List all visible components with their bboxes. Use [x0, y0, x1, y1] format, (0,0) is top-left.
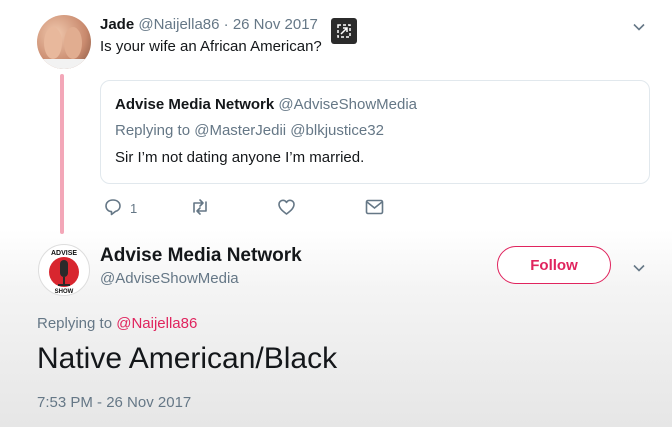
heart-icon[interactable] — [277, 198, 296, 221]
replying-prefix: Replying to — [115, 122, 191, 139]
tweet-date[interactable]: 26 Nov 2017 — [233, 16, 318, 33]
quoted-header: Advise Media Network @AdviseShowMedia — [115, 96, 417, 113]
chevron-down-icon[interactable] — [633, 20, 645, 38]
reply-action[interactable]: 1 — [104, 198, 137, 219]
reply-count: 1 — [130, 201, 138, 216]
expand-icon[interactable] — [331, 18, 357, 44]
author-handle[interactable]: @Naijella86 — [138, 16, 219, 33]
quoted-text: Sir I’m not dating anyone I’m married. — [115, 149, 365, 166]
reply-icon[interactable] — [104, 198, 122, 219]
author-name[interactable]: Jade — [100, 16, 134, 33]
reply-text: Is your wife an African American? — [100, 38, 322, 55]
retweet-icon[interactable] — [190, 198, 210, 221]
avatar-jade[interactable] — [37, 15, 91, 69]
quoted-replying-to: Replying to @MasterJedii @blkjustice32 — [115, 122, 384, 139]
main-replying-handle[interactable]: @Naijella86 — [116, 315, 197, 332]
main-author-name[interactable]: Advise Media Network — [100, 245, 302, 267]
replying-handles[interactable]: @MasterJedii @blkjustice32 — [194, 122, 384, 139]
avatar-advise-media[interactable]: ADVISE SHOW — [38, 244, 90, 296]
avatar-text-top: ADVISE — [51, 250, 77, 257]
main-replying-to: Replying to @Naijella86 — [37, 315, 197, 332]
quoted-author-name: Advise Media Network — [115, 96, 275, 113]
avatar-text-bottom: SHOW — [55, 289, 74, 295]
main-replying-prefix: Replying to — [37, 315, 113, 332]
reply-header: Jade @Naijella86 · 26 Nov 2017 — [100, 16, 318, 33]
thread-line — [60, 74, 64, 234]
main-author-handle[interactable]: @AdviseShowMedia — [100, 270, 239, 287]
quoted-author-handle: @AdviseShowMedia — [278, 96, 418, 113]
main-tweet-timestamp[interactable]: 7:53 PM - 26 Nov 2017 — [37, 394, 191, 411]
main-chevron-down-icon[interactable] — [633, 261, 645, 279]
separator: · — [223, 16, 229, 33]
follow-button[interactable]: Follow — [497, 246, 611, 284]
main-tweet-text: Native American/Black — [37, 342, 338, 375]
envelope-icon[interactable] — [365, 199, 384, 220]
